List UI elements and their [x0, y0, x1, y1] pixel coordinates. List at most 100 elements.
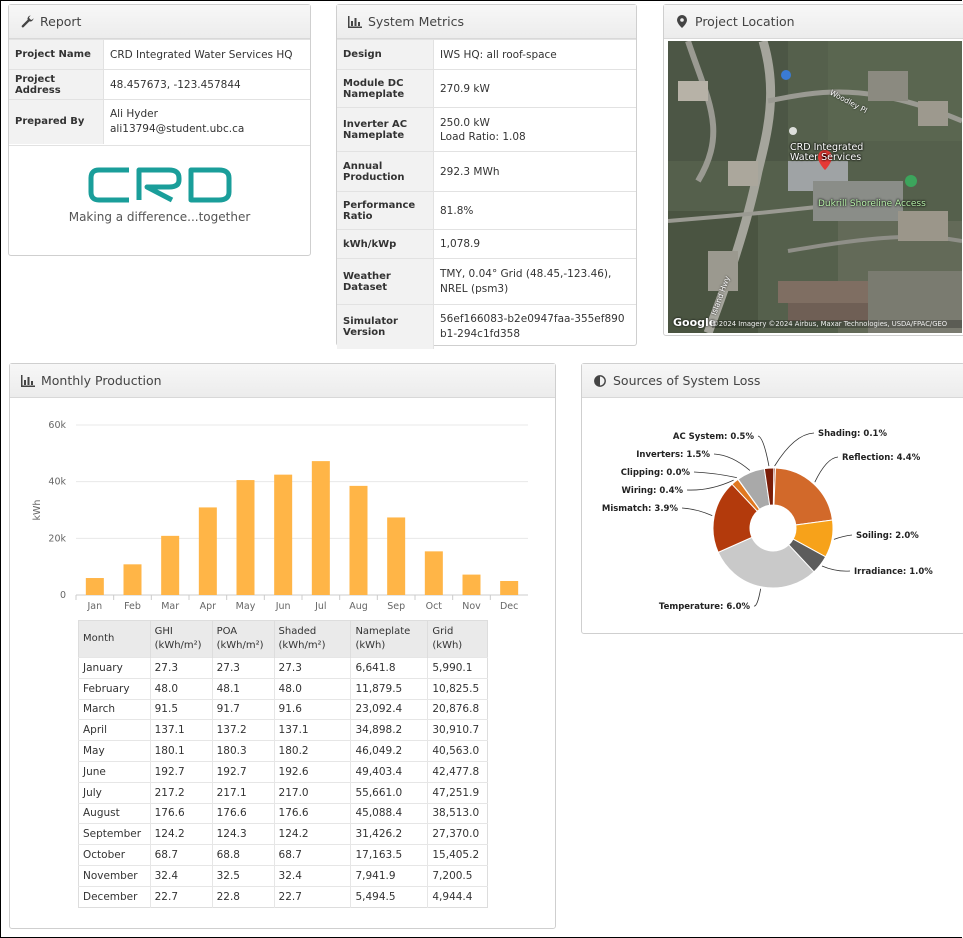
table-cell: September — [78, 823, 151, 845]
table-cell: 47,251.9 — [427, 781, 488, 804]
bar — [123, 564, 142, 595]
bar — [236, 480, 255, 595]
table-cell: 11,879.5 — [350, 677, 429, 700]
table-cell: 192.7 — [212, 760, 275, 783]
table-cell: 68.8 — [212, 844, 275, 866]
table-cell: June — [78, 760, 151, 783]
table-row: May 180.1 180.3 180.2 46,049.2 40,563.0 — [78, 740, 488, 762]
pie-label: Clipping: 0.0% — [621, 468, 691, 478]
table-cell: 137.2 — [212, 719, 275, 741]
table-cell: 22.7 — [150, 885, 213, 908]
report-table: Project Name CRD Integrated Water Servic… — [9, 39, 310, 144]
system-metrics-panel: System Metrics Design IWS HQ: all roof-sp… — [336, 4, 637, 349]
bar — [198, 507, 217, 595]
metric-value: 1,078.9 — [433, 229, 636, 259]
monthly-table-body: January 27.3 27.3 27.3 6,641.8 5,990.1 Februar… — [78, 657, 488, 908]
pie-leader-line — [693, 471, 737, 479]
table-cell: 68.7 — [150, 844, 213, 866]
table-cell: 124.2 — [150, 823, 213, 845]
x-tick-label: Jul — [314, 601, 326, 612]
pie-label: Temperature: 6.0% — [659, 602, 751, 612]
table-cell: 217.2 — [150, 781, 213, 804]
y-tick-label: 40k — [48, 477, 66, 488]
project-address-value: 48.457673, -123.457844 — [103, 69, 310, 100]
table-cell: 176.6 — [150, 802, 213, 824]
table-cell: 27,370.0 — [427, 823, 488, 845]
table-cell: 46,049.2 — [350, 740, 429, 762]
table-cell: 32.4 — [274, 864, 352, 887]
x-tick-label: Nov — [462, 601, 481, 612]
satellite-map[interactable]: CRD Integrated Water Services Dukrill Sh… — [668, 41, 962, 333]
column-unit: (kWh/m²) — [278, 640, 326, 651]
project-location-panel: Project Location CRD Integrated Water Se… — [663, 4, 963, 336]
metric-value: TMY, 0.04° Grid (48.45,-123.46), NREL (p… — [433, 258, 636, 305]
table-cell: 42,477.8 — [427, 760, 488, 783]
metric-value: IWS HQ: all roof-space — [433, 39, 636, 70]
pie-leader-line — [681, 507, 713, 517]
table-cell: 55,661.0 — [350, 781, 429, 804]
column-unit: (kWh/m²) — [216, 640, 264, 651]
table-cell: 217.1 — [212, 781, 275, 804]
table-cell: 27.3 — [274, 657, 352, 679]
x-tick-label: Dec — [500, 601, 518, 612]
column-header: Nameplate — [355, 626, 411, 637]
map-marker-icon — [674, 15, 690, 28]
table-row: March 91.5 91.7 91.6 23,092.4 20,876.8 — [78, 698, 488, 720]
bar — [500, 580, 519, 595]
table-cell: 217.0 — [274, 781, 352, 804]
table-cell: 176.6 — [274, 802, 352, 824]
map-place-label[interactable]: CRD Integrated Water Services — [790, 143, 870, 163]
bar-chart-icon — [347, 15, 363, 28]
table-cell: 45,088.4 — [350, 802, 429, 824]
table-cell: 31,426.2 — [350, 823, 429, 845]
column-header: GHI — [154, 626, 173, 637]
table-cell: 20,876.8 — [427, 698, 488, 720]
table-cell: April — [78, 719, 151, 741]
table-cell: August — [78, 802, 151, 824]
map-poi-label[interactable]: Dukrill Shoreline Access — [818, 199, 926, 209]
bar — [85, 578, 104, 595]
pie-label: Wiring: 0.4% — [622, 486, 684, 496]
bar — [462, 574, 481, 595]
pie-chart-icon — [592, 374, 608, 387]
project-location-title: Project Location — [695, 14, 795, 29]
pie-leader-line — [753, 588, 762, 607]
metric-value: 56ef166083-b2e0947faa-355ef890b1-294c1fd… — [433, 304, 636, 349]
bar — [161, 535, 180, 595]
column-header: Grid — [432, 626, 454, 637]
table-cell: January — [78, 657, 151, 679]
table-cell: 91.6 — [274, 698, 352, 720]
project-location-header: Project Location — [664, 5, 963, 39]
report-panel: Report Project Name CRD Integrated Water… — [8, 4, 311, 256]
table-cell: 32.4 — [150, 864, 213, 887]
pie-leader-line — [774, 432, 815, 467]
bar — [274, 474, 293, 595]
pie-label: Irradiance: 1.0% — [854, 567, 933, 577]
metric-label: Performance Ratio — [337, 191, 434, 230]
column-unit: (kWh) — [355, 640, 386, 651]
table-cell: 68.7 — [274, 844, 352, 866]
table-cell: 40,563.0 — [427, 740, 488, 762]
table-cell: May — [78, 740, 151, 762]
table-row: June 192.7 192.7 192.6 49,403.4 42,477.8 — [78, 760, 488, 783]
table-cell: 7,941.9 — [350, 864, 429, 887]
project-name-value: CRD Integrated Water Services HQ — [103, 39, 310, 70]
metric-label: Module DC Nameplate — [337, 69, 434, 108]
preparer-email[interactable]: ali13794@student.ubc.ca — [110, 122, 304, 137]
monthly-production-chart: 0 20k 40k 60k kWh Jan Feb Mar Apr May Jun Jul Aug Sep… — [32, 420, 528, 612]
bar — [349, 485, 368, 595]
table-cell: 32.5 — [212, 864, 275, 887]
project-address-label: Project Address — [9, 69, 104, 100]
report-title: Report — [40, 14, 82, 29]
table-cell: 38,513.0 — [427, 802, 488, 824]
table-cell: 124.2 — [274, 823, 352, 845]
crd-logo — [87, 165, 237, 205]
table-cell: 124.3 — [212, 823, 275, 845]
table-row: November 32.4 32.5 32.4 7,941.9 7,200.5 — [78, 864, 488, 887]
x-tick-label: Sep — [387, 601, 405, 612]
table-cell: 4,944.4 — [427, 885, 488, 908]
project-name-label: Project Name — [9, 39, 104, 70]
metric-value: 292.3 MWh — [433, 151, 636, 192]
table-row: October 68.7 68.8 68.7 17,163.5 15,405.2 — [78, 844, 488, 866]
x-tick-label: Jun — [275, 601, 291, 612]
